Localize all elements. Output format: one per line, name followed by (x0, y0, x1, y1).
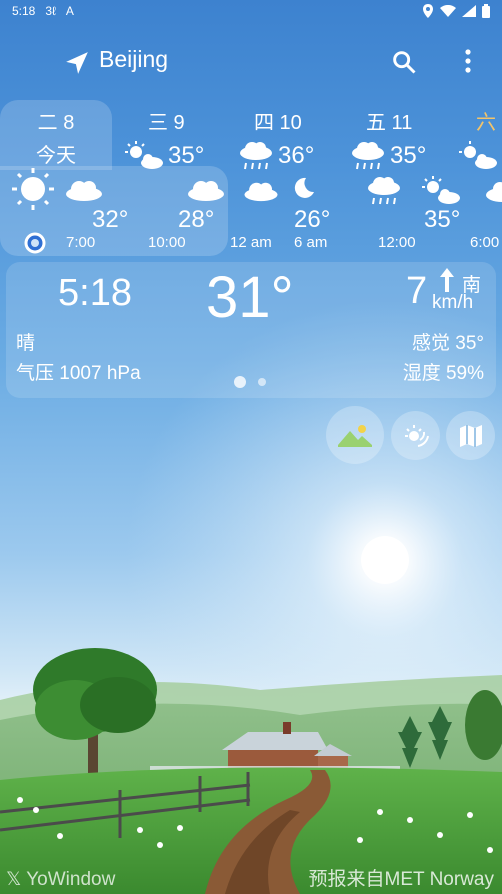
cloud-icon (244, 182, 278, 202)
page-indicator[interactable] (234, 376, 266, 388)
day-wed[interactable]: 三 9 35° (124, 106, 204, 171)
current-conditions-card[interactable]: 5:18 31° 7 南 km/h 晴 气压 1007 hPa 感觉 35° 湿… (6, 262, 496, 398)
day-thu[interactable]: 四 10 36° (238, 106, 314, 171)
partly-cloudy-icon (125, 141, 163, 169)
radar-button[interactable] (391, 411, 440, 460)
forecast-strip[interactable]: 二 8 今天 三 9 35° 四 10 36° 五 11 35° 六 32° 7… (0, 100, 502, 256)
day-sat[interactable]: 六 (458, 106, 498, 171)
landscape-button[interactable] (326, 406, 384, 464)
pressure-text: 气压 1007 hPa (16, 363, 141, 384)
sun-icon (12, 168, 54, 210)
day-temp: 35° (168, 142, 205, 169)
humidity-text: 湿度 59% (402, 363, 484, 384)
sun-disc (361, 536, 409, 584)
rain-icon (240, 142, 272, 170)
wifi-icon (440, 5, 456, 17)
current-temperature: 31° (206, 265, 294, 330)
current-time: 5:18 (58, 272, 132, 314)
hour-temp-2: 28° (178, 206, 215, 233)
day-temp: 35° (390, 142, 427, 169)
wind-unit: km/h (432, 292, 474, 313)
hour-temp-6: 35° (424, 206, 461, 233)
cloud-icon (188, 181, 224, 201)
condition-text: 晴 (16, 333, 36, 354)
status-bar: 5:18 3ℓ A (0, 0, 502, 22)
moon-icon (294, 177, 314, 198)
hour-time-3: 12 am (230, 234, 272, 251)
page-dot[interactable] (258, 378, 266, 386)
day-name: 二 8 (37, 112, 75, 134)
sun-radar-icon (404, 424, 429, 447)
rain-icon (368, 177, 400, 205)
brand-watermark: 𝕏 YoWindow (6, 869, 116, 890)
day-fri[interactable]: 五 11 35° (350, 106, 426, 171)
hour-time-6: 6:00 (470, 234, 500, 251)
page-dot-active[interactable] (234, 376, 246, 388)
hour-temp-1: 32° (92, 206, 129, 233)
map-icon (459, 424, 482, 447)
day-today[interactable]: 二 8 今天 (0, 106, 112, 168)
battery-icon (482, 4, 490, 18)
city-name[interactable]: Beijing (99, 46, 168, 73)
day-name: 六 (476, 112, 496, 134)
clock: 5:18 (12, 4, 36, 18)
app-bar: Beijing (0, 38, 502, 84)
partly-cloudy-icon (459, 141, 497, 169)
current-time-marker (24, 232, 46, 254)
day-name: 五 11 (366, 112, 413, 134)
more-options-icon[interactable] (458, 46, 478, 76)
cloud-icon (66, 181, 102, 201)
feels-like-text: 感觉 35° (411, 333, 484, 354)
rain-icon (352, 142, 384, 170)
hour-time-5: 12:00 (378, 234, 416, 251)
hour-temp-4: 26° (294, 206, 331, 233)
forecast-source[interactable]: 预报来自MET Norway (309, 864, 494, 891)
day-name: 四 10 (254, 112, 302, 134)
location-arrow-icon[interactable] (64, 50, 90, 76)
wind-arrow-icon (440, 268, 454, 292)
status-icon-1: 3ℓ (45, 4, 56, 18)
landscape-icon (338, 425, 372, 447)
hour-time-2: 10:00 (148, 234, 186, 251)
map-button[interactable] (446, 411, 495, 460)
day-temp: 36° (278, 142, 315, 169)
hour-time-4: 6 am (294, 234, 328, 251)
partly-cloudy-icon (422, 176, 460, 204)
cloud-icon (486, 182, 502, 202)
wind-speed: 7 (406, 270, 428, 312)
search-icon[interactable] (390, 48, 418, 76)
location-status-icon (423, 4, 433, 18)
hour-time-1: 7:00 (66, 234, 96, 251)
day-name: 三 9 (148, 112, 185, 134)
status-icon-2: A (65, 4, 74, 18)
day-sub: 今天 (36, 145, 76, 167)
signal-icon (462, 5, 476, 17)
